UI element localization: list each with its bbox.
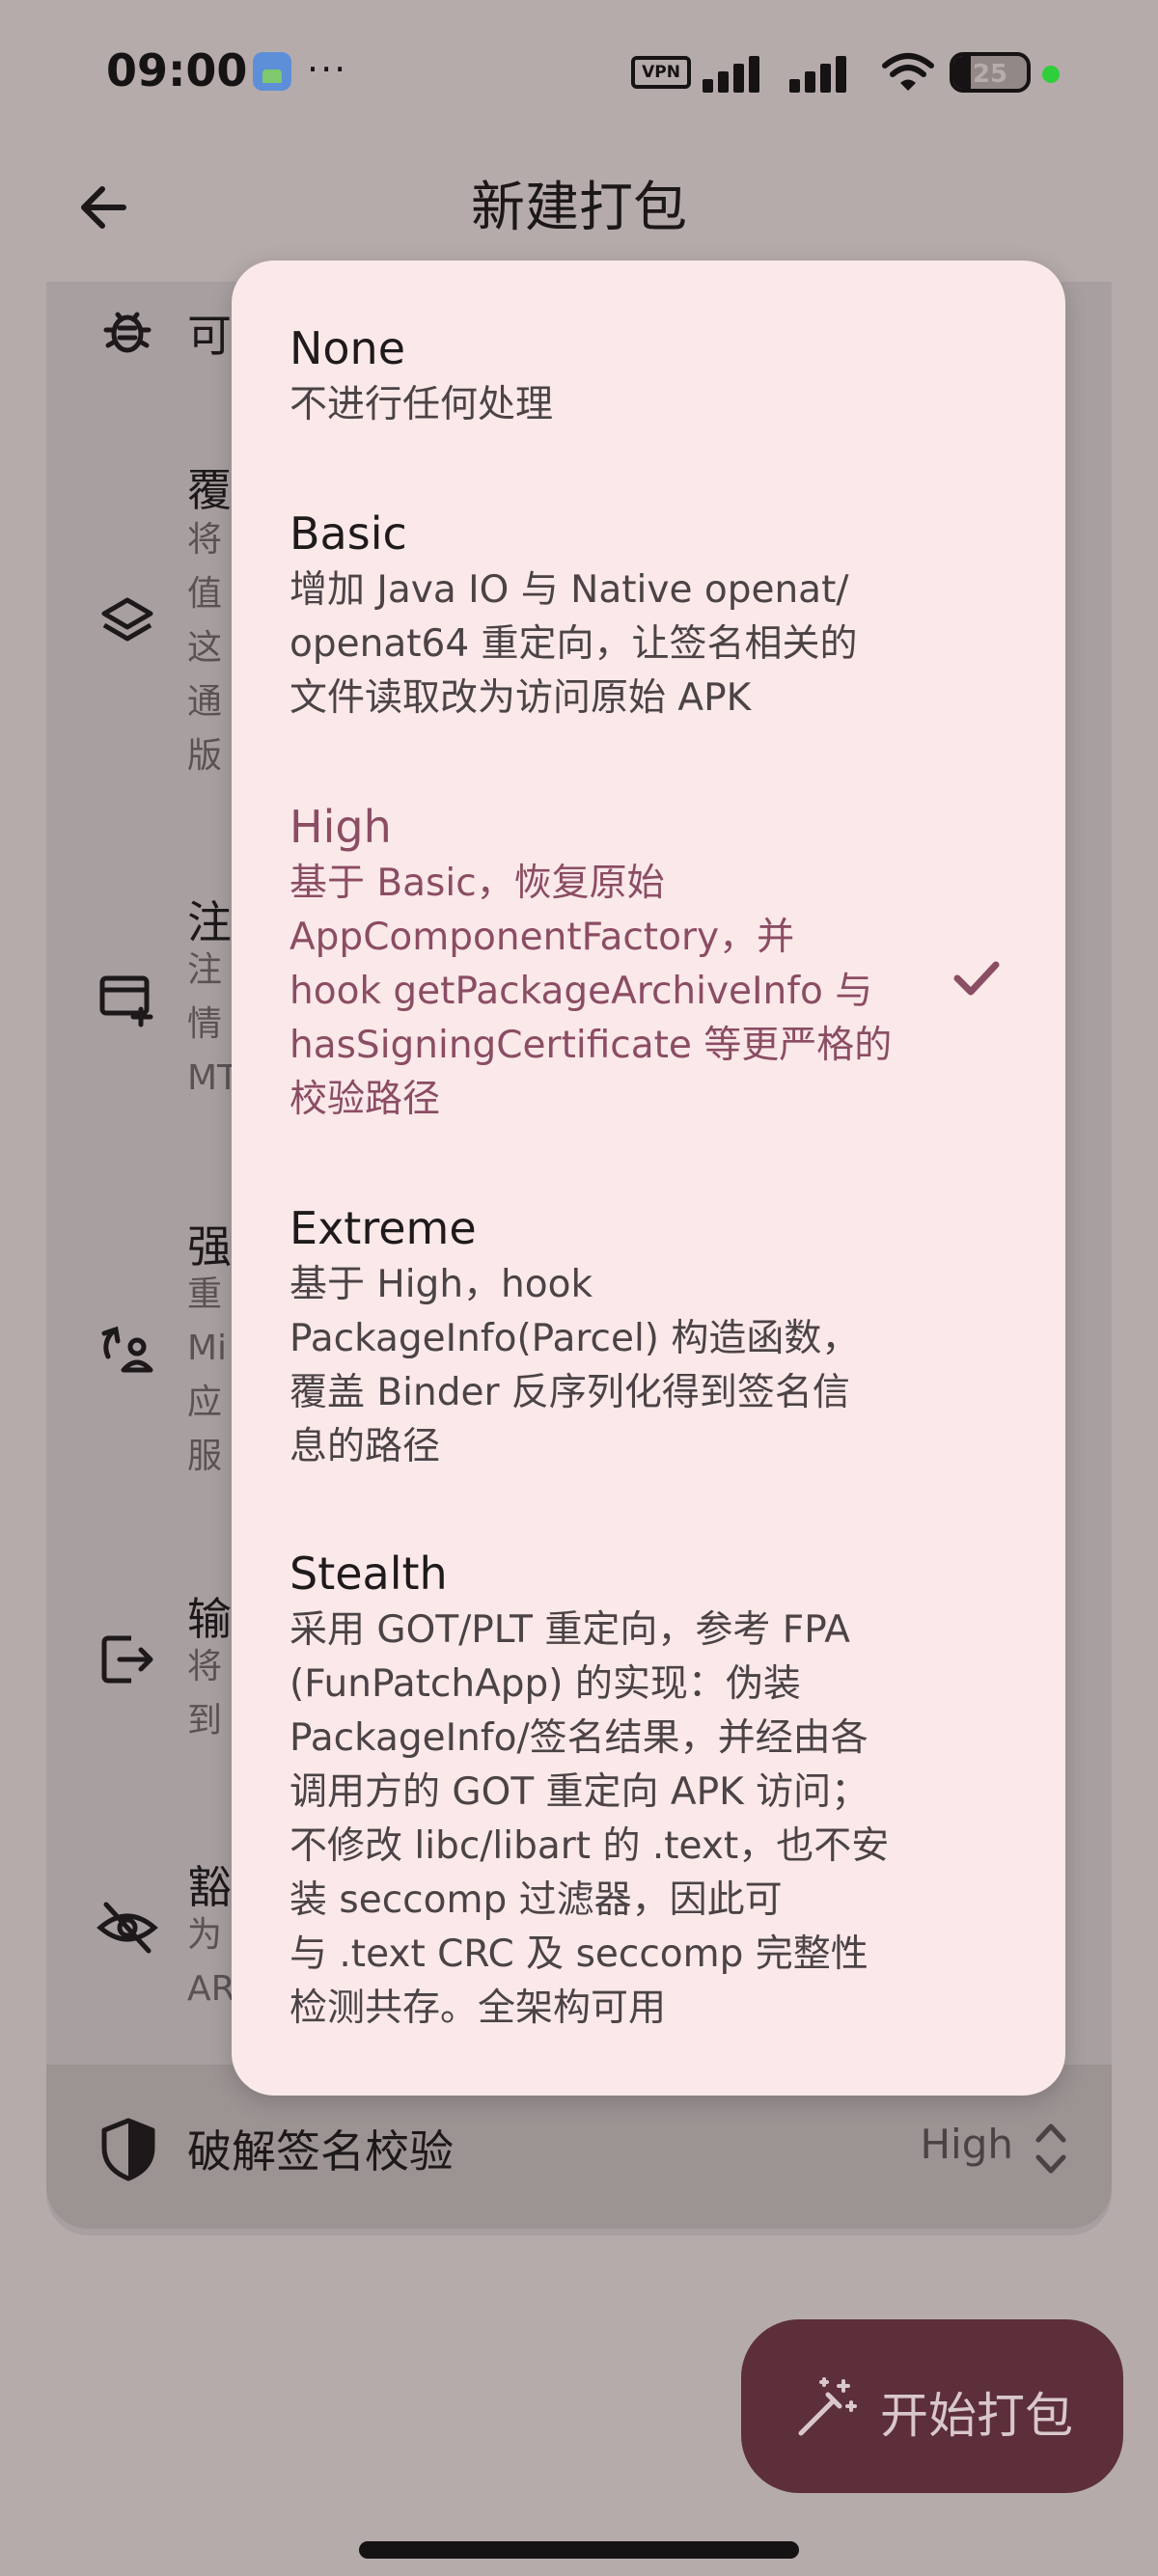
page-title: 新建打包 (471, 177, 687, 239)
wifi-icon (882, 53, 934, 91)
eye-off-icon (96, 1902, 158, 1954)
option-label: None (290, 322, 406, 374)
battery-icon: 25 (950, 52, 1031, 93)
status-bar: 09:00 ··· VPN 25 (0, 0, 1158, 145)
option-desc: 采用 GOT/PLT 重定向，参考 FPA (FunPatchApp) 的实现：… (290, 1608, 890, 2030)
menu-option-basic[interactable]: Basic 增加 Java IO 与 Native openat/ openat… (232, 463, 1065, 720)
menu-option-extreme[interactable]: Extreme 基于 High，hook PackageInfo(Parcel)… (232, 1167, 1065, 1476)
signature-bypass-label: 破解签名校验 (187, 2125, 454, 2178)
exit-icon (101, 1635, 153, 1684)
battery-level: 25 (972, 60, 1008, 89)
privacy-indicator-icon (1042, 66, 1060, 83)
option-label: High (290, 801, 392, 853)
signature-bypass-menu: None 不进行任何处理 Basic 增加 Java IO 与 Native o… (232, 260, 1065, 2096)
vpn-icon: VPN (631, 56, 691, 89)
gallery-app-icon (253, 52, 291, 91)
option-label: Stealth (290, 1548, 448, 1600)
option-desc: 不进行任何处理 (290, 383, 554, 426)
bug-icon (103, 312, 152, 353)
status-time: 09:00 (106, 44, 248, 96)
check-icon (953, 961, 1000, 996)
shield-icon (101, 2118, 155, 2181)
option-desc: 增加 Java IO 与 Native openat/ openat64 重定向… (290, 568, 858, 720)
signal-icon-1 (703, 54, 778, 93)
start-packaging-label: 开始打包 (880, 2388, 1073, 2444)
layers-icon (101, 597, 153, 642)
start-packaging-button[interactable]: 开始打包 (741, 2319, 1123, 2493)
option-desc: 基于 High，hook PackageInfo(Parcel) 构造函数， 覆… (290, 1263, 860, 1468)
signal-icon-2 (789, 54, 865, 93)
unfold-icon (1035, 2124, 1066, 2174)
card-add-icon (99, 975, 153, 1028)
menu-option-none[interactable]: None 不进行任何处理 (232, 260, 1065, 426)
status-icons: VPN 25 (631, 50, 1062, 95)
menu-option-stealth[interactable]: Stealth 采用 GOT/PLT 重定向，参考 FPA (FunPatchA… (232, 1515, 1065, 2074)
signature-bypass-value: High (920, 2121, 1013, 2168)
sync-person-icon (101, 1326, 153, 1373)
more-notifications-icon: ··· (307, 48, 348, 91)
option-label: Basic (290, 507, 407, 560)
gesture-navigation-bar[interactable] (359, 2541, 799, 2559)
option-desc: 基于 Basic，恢复原始 AppComponentFactory，并 hook… (290, 862, 893, 1121)
option-label: Extreme (290, 1202, 477, 1254)
menu-option-high[interactable]: High 基于 Basic，恢复原始 AppComponentFactory，并… (232, 743, 1065, 1129)
magic-wand-icon (798, 2377, 857, 2436)
